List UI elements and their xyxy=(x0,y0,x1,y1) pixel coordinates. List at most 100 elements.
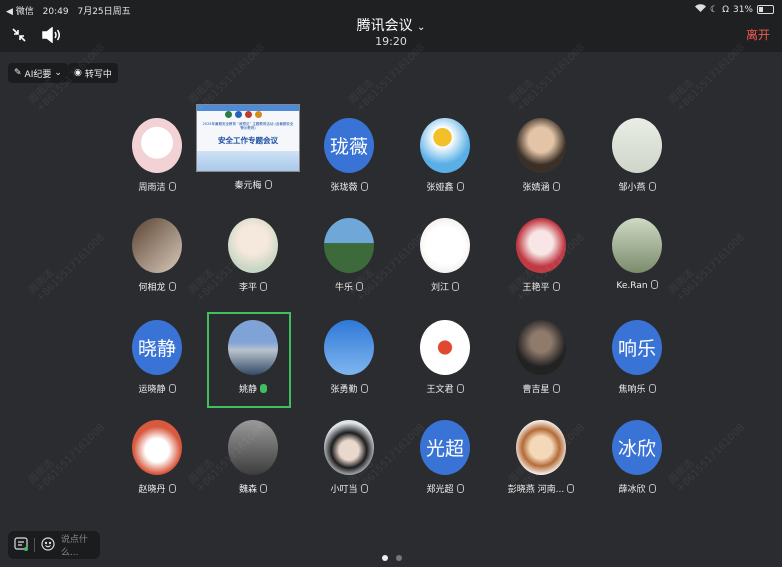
moon-icon: ☾ xyxy=(710,4,719,15)
participant-name: 彭晓燕 河南... xyxy=(499,482,583,495)
participant-tile[interactable]: 邹小燕 xyxy=(595,118,679,208)
microphone-icon xyxy=(168,484,176,493)
chevron-down-icon: ⌄ xyxy=(417,22,426,33)
participant-name: 魏森 xyxy=(211,482,295,495)
sunflower-doraemon-avatar xyxy=(420,118,470,173)
microphone-icon xyxy=(552,282,560,291)
microphone-icon xyxy=(168,384,176,393)
meeting-time: 19:20 xyxy=(375,35,407,48)
leave-button[interactable]: 离开 xyxy=(746,26,770,43)
speaker-icon[interactable] xyxy=(40,24,62,46)
text-avatar: 光超 xyxy=(420,420,470,475)
participant-name: 张娅鑫 xyxy=(403,180,487,193)
participant-tile[interactable]: 张婧涵 xyxy=(499,118,583,208)
transcribe-icon: ◉ xyxy=(74,68,82,78)
page-dot[interactable] xyxy=(396,555,402,561)
participant-name: Ke.Ran xyxy=(595,280,679,291)
participant-name: 赵晓丹 xyxy=(115,482,199,495)
participant-tile[interactable]: 小叮当 xyxy=(307,420,391,510)
microphone-icon xyxy=(648,182,656,191)
ai-summary-button[interactable]: ✎ AI纪要 ⌄ xyxy=(8,63,68,83)
transcribe-button[interactable]: ◉ 转写中 xyxy=(68,63,118,83)
participant-tile[interactable]: 魏森 xyxy=(211,420,295,510)
participant-tile[interactable]: 周雨洁 xyxy=(115,118,199,208)
microphone-icon xyxy=(650,280,658,289)
blue-sky-avatar xyxy=(324,320,374,375)
watermark-text: 周雨洁+8615517161008 xyxy=(26,422,107,495)
microphone-icon xyxy=(552,182,560,191)
participant-tile[interactable]: 牛乐 xyxy=(307,218,391,308)
hello-kitty-avatar xyxy=(132,118,182,173)
participant-tile[interactable]: 响乐 焦响乐 xyxy=(595,320,679,410)
participant-tile[interactable]: 彭晓燕 河南... xyxy=(499,420,583,510)
shared-screen-thumbnail[interactable]: 2025年暑期安全教育 “我预见” 主题教育活动 (含暑期安全警示教育) 安全工… xyxy=(196,104,300,172)
clock: 20:49 xyxy=(42,7,69,17)
microphone-icon xyxy=(360,484,368,493)
participant-tile[interactable]: 曹吉星 xyxy=(499,320,583,410)
microphone-icon xyxy=(264,180,272,189)
cartoon-girl-avatar xyxy=(516,420,566,475)
participant-tile[interactable]: 晓静 运晓静 xyxy=(115,320,199,410)
participant-tile[interactable]: 光超 郑光超 xyxy=(403,420,487,510)
microphone-icon xyxy=(648,484,656,493)
participant-tile[interactable]: 张娅鑫 xyxy=(403,118,487,208)
battery-level: 31% xyxy=(732,4,753,15)
man-photo-avatar xyxy=(228,420,278,475)
status-bar: ◀ 微信 20:49 7月25日周五 ☾ Ω 31% xyxy=(0,0,782,18)
participant-tile[interactable]: 何相龙 xyxy=(115,218,199,308)
logo-row xyxy=(225,111,262,118)
hand-avatar xyxy=(132,218,182,273)
emoji-icon[interactable] xyxy=(41,536,55,555)
anime-boy-avatar xyxy=(324,420,374,475)
participant-tile[interactable]: Ke.Ran xyxy=(595,218,679,308)
participant-tile[interactable]: 王文君 xyxy=(403,320,487,410)
microphone-icon xyxy=(168,282,176,291)
microphone-icon xyxy=(648,384,656,393)
participant-tile[interactable]: 珑薇 张珑薇 xyxy=(307,118,391,208)
text-avatar: 珑薇 xyxy=(324,118,374,173)
date: 7月25日周五 xyxy=(77,7,131,17)
minimize-icon[interactable] xyxy=(8,24,30,46)
shared-subtitle: 2025年暑期安全教育 “我预见” 主题教育活动 (含暑期安全警示教育) xyxy=(202,122,294,130)
chat-list-icon[interactable] xyxy=(14,536,28,555)
participant-name: 郑光超 xyxy=(403,482,487,495)
ai-notes-icon: ✎ xyxy=(14,68,22,78)
meeting-title[interactable]: 腾讯会议 ⌄ xyxy=(0,15,782,35)
participant-name: 王文君 xyxy=(403,382,487,395)
participant-tile[interactable]: 李平 xyxy=(211,218,295,308)
microphone-icon xyxy=(168,182,176,191)
participant-name: 周雨洁 xyxy=(115,180,199,193)
participant-name: 焦响乐 xyxy=(595,382,679,395)
microphone-icon xyxy=(260,282,267,291)
participant-name: 张婧涵 xyxy=(499,180,583,193)
participant-tile[interactable]: 赵晓丹 xyxy=(115,420,199,510)
participant-name: 刘江 xyxy=(403,280,487,293)
participant-tile[interactable]: 王艳平 xyxy=(499,218,583,308)
wifi-icon xyxy=(695,4,707,15)
figure-nature-avatar xyxy=(612,218,662,273)
participant-tile[interactable]: 刘江 xyxy=(403,218,487,308)
chat-input[interactable]: 说点什么... xyxy=(8,531,100,559)
plant-avatar xyxy=(612,118,662,173)
participant-name: 王艳平 xyxy=(499,280,583,293)
page-dot-current[interactable] xyxy=(382,555,388,561)
girl-photo-avatar xyxy=(516,118,566,173)
microphone-icon xyxy=(456,384,464,393)
microphone-icon xyxy=(260,484,267,493)
participant-name: 何相龙 xyxy=(115,280,199,293)
participant-name: 李平 xyxy=(211,280,295,293)
microphone-icon xyxy=(452,282,459,291)
back-to-wechat[interactable]: ◀ 微信 xyxy=(6,7,34,17)
rabbit-avatar xyxy=(132,420,182,475)
participant-name: 秦元梅 xyxy=(211,178,295,191)
participant-tile[interactable]: 冰欣 薛冰欣 xyxy=(595,420,679,510)
microphone-icon xyxy=(456,484,464,493)
shared-title: 安全工作专题会议 xyxy=(218,136,278,145)
white-flower-avatar xyxy=(420,218,470,273)
text-avatar: 响乐 xyxy=(612,320,662,375)
text-avatar: 晓静 xyxy=(132,320,182,375)
participant-name: 张珑薇 xyxy=(307,180,391,193)
text-avatar: 冰欣 xyxy=(612,420,662,475)
participant-tile[interactable]: 姚静 xyxy=(211,320,295,410)
participant-tile[interactable]: 张勇勤 xyxy=(307,320,391,410)
